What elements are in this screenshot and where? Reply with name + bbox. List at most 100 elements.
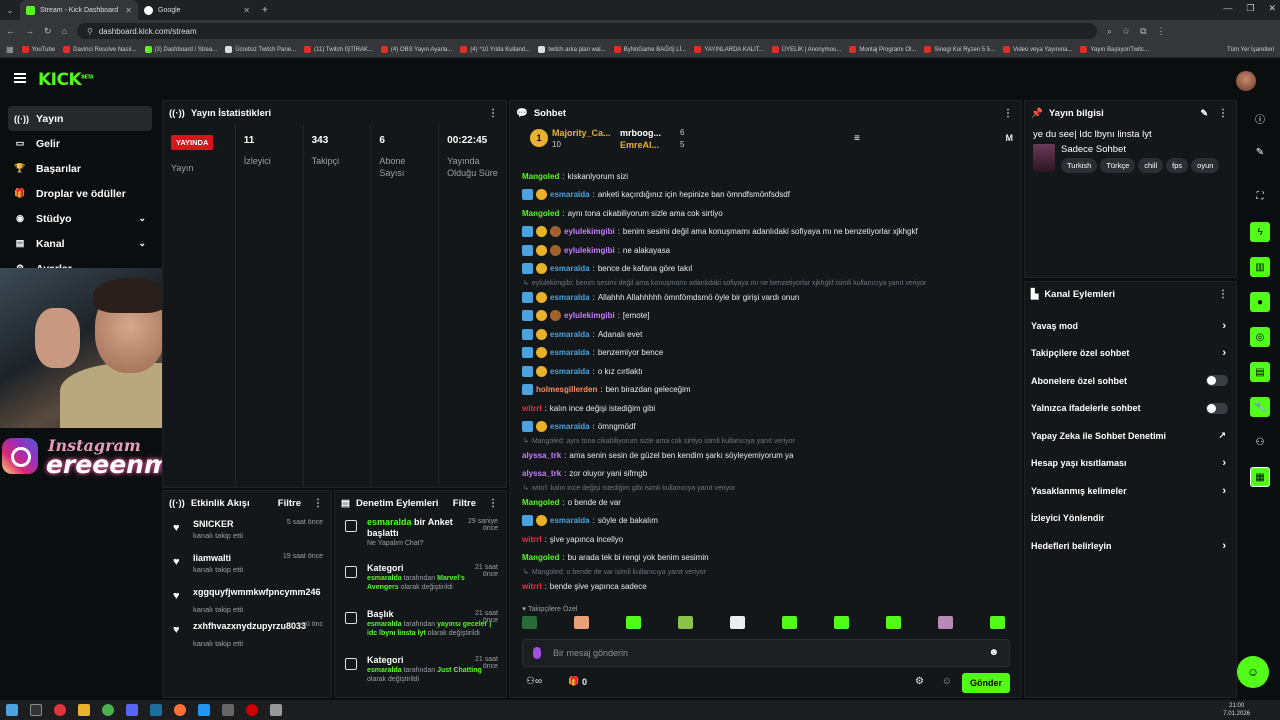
channel-action-row[interactable]: Yasaklanmış kelimeler › — [1025, 477, 1236, 505]
extensions-icon[interactable]: ⧉ — [1140, 26, 1146, 37]
wrench-icon[interactable]: 🔧 — [1250, 397, 1270, 417]
sidebar-item-3[interactable]: 🎁 Droplar ve ödüller — [0, 181, 160, 206]
mic-icon[interactable] — [533, 647, 541, 659]
chat-username[interactable]: Mangoled — [522, 172, 559, 181]
emote-icon[interactable] — [834, 616, 849, 629]
close-tab-icon[interactable]: ✕ — [125, 6, 132, 15]
chat-input[interactable]: Bir mesaj gönderin ☻ — [522, 639, 1010, 667]
bookmark-item[interactable]: (4) *10 Yılda Kulland... — [460, 46, 530, 53]
emote-icon[interactable] — [782, 616, 797, 629]
bookmark-item[interactable]: Ücretsiz Twitch Pane... — [225, 46, 296, 53]
moderator-name[interactable]: esmaralda — [367, 517, 412, 527]
filter-button[interactable]: Filtre — [453, 498, 476, 509]
apps-icon[interactable]: ▦ — [6, 45, 14, 54]
channel-action-row[interactable]: İzleyici Yönlendir — [1025, 505, 1236, 533]
tab-kick-dashboard[interactable]: Stream - Kick Dashboard ✕ — [20, 0, 138, 20]
chevron-down-icon[interactable]: ⌄ — [138, 238, 146, 249]
emoji-icon[interactable]: ☻ — [988, 647, 999, 658]
url-field[interactable]: ⚲ dashboard.kick.com/stream — [76, 23, 1097, 39]
bookmark-item[interactable]: YouTube — [21, 46, 55, 53]
emote-icon[interactable] — [938, 616, 953, 629]
expand-menu-icon[interactable]: M — [1006, 133, 1014, 143]
minimize-icon[interactable]: — — [1223, 3, 1232, 14]
folder-icon[interactable] — [78, 704, 90, 716]
moderator-name[interactable]: esmaralda — [367, 667, 402, 674]
filter-button[interactable]: Filtre — [278, 498, 301, 509]
category-thumbnail[interactable] — [1033, 144, 1055, 172]
sidebar-item-2[interactable]: 🏆 Başarılar — [0, 156, 160, 181]
more-options-icon[interactable]: ⋮ — [488, 108, 498, 119]
clipboard-icon[interactable]: ▥ — [1250, 257, 1270, 277]
more-options-icon[interactable]: ⋮ — [313, 498, 323, 509]
discord-icon[interactable] — [126, 704, 138, 716]
bookmark-item[interactable]: Sinegi Koi Ryzen 5 5... — [924, 46, 995, 53]
chat-username[interactable]: witrrl — [522, 535, 542, 544]
zoom-icon[interactable]: ⌕ — [1107, 26, 1112, 37]
bookmark-item[interactable]: ByNoGame BAĞIŞ Lİ... — [613, 46, 686, 53]
chat-username[interactable]: esmaralda — [550, 330, 590, 339]
emote-icon[interactable] — [678, 616, 693, 629]
chat-username[interactable]: esmaralda — [550, 190, 590, 199]
external-link-icon[interactable]: ↗ — [1218, 430, 1226, 441]
chat-bubble-icon[interactable]: ● — [1250, 292, 1270, 312]
close-window-icon[interactable]: ✕ — [1268, 3, 1276, 14]
bookmark-item[interactable]: (11) Twitch İŞTİRAK... — [304, 46, 373, 53]
chat-username[interactable]: Mangoled — [522, 209, 559, 218]
bookmark-star-icon[interactable]: ☆ — [1122, 26, 1130, 37]
users-icon[interactable]: ⚇∞ — [526, 676, 542, 687]
chat-username[interactable]: holmesgillerden — [536, 385, 597, 394]
emote-icon[interactable] — [730, 616, 745, 629]
site-info-icon[interactable]: ⚲ — [87, 27, 93, 36]
chat-username[interactable]: esmaralda — [550, 264, 590, 273]
bookmark-item[interactable]: Yayın Başlıyor/Twitc... — [1080, 46, 1149, 53]
chat-username[interactable]: alyssa_trk — [522, 451, 561, 460]
new-tab-icon[interactable]: + — [262, 5, 268, 16]
edit-icon[interactable]: ✎ — [1250, 142, 1270, 162]
chat-username[interactable]: esmaralda — [550, 367, 590, 376]
chat-username[interactable]: witrrl — [522, 404, 542, 413]
support-chat-button[interactable]: ☺ — [1237, 656, 1269, 688]
emote-icon[interactable] — [886, 616, 901, 629]
forward-icon[interactable]: → — [25, 26, 34, 36]
chevron-right-icon[interactable]: › — [1222, 540, 1226, 552]
sidebar-item-0[interactable]: ((·)) Yayın — [8, 106, 152, 131]
channel-action-row[interactable]: Hedefleri belirleyin › — [1025, 532, 1236, 560]
chat-username[interactable]: Mangoled — [522, 553, 559, 562]
fullscreen-icon[interactable]: ⛶ — [1250, 186, 1270, 206]
chat-username[interactable]: witrrl — [522, 582, 542, 591]
emote-icon[interactable] — [522, 616, 537, 629]
more-options-icon[interactable]: ⋮ — [1218, 108, 1228, 119]
sidebar-item-1[interactable]: ▭ Gelir — [0, 131, 160, 156]
edit-icon[interactable]: ✎ — [1200, 108, 1208, 119]
chat-username[interactable]: Mangoled — [522, 498, 559, 507]
bookmark-item[interactable]: ÜYELİK | Anonymou... — [771, 46, 841, 53]
moderator-name[interactable]: esmaralda — [367, 621, 402, 628]
channel-action-row[interactable]: Hesap yaşı kısıtlaması › — [1025, 450, 1236, 478]
chat-username[interactable]: eylulekimgibi — [564, 227, 615, 236]
tab-search-icon[interactable]: ⌄ — [0, 6, 20, 15]
users-icon[interactable]: ⚇ — [1250, 432, 1270, 452]
channel-action-row[interactable]: Yalnızca ifadelerle sohbet — [1025, 395, 1236, 423]
tag-chip[interactable]: chill — [1138, 158, 1164, 173]
collapse-icon[interactable]: ≡ — [854, 133, 860, 144]
toggle-switch[interactable] — [1206, 402, 1228, 414]
all-bookmarks[interactable]: Tüm Yer İşaretleri — [1222, 46, 1274, 53]
app-icon[interactable] — [222, 704, 234, 716]
profile-menu-icon[interactable]: ⋮ — [1157, 26, 1166, 37]
firefox-icon[interactable] — [174, 704, 186, 716]
chat-username[interactable]: eylulekimgibi — [564, 246, 615, 255]
steam-icon[interactable] — [150, 704, 162, 716]
chevron-right-icon[interactable]: › — [1222, 457, 1226, 469]
chat-username[interactable]: esmaralda — [550, 293, 590, 302]
bookmark-item[interactable]: twitch arka plan wal... — [538, 46, 606, 53]
app-icon[interactable] — [198, 704, 210, 716]
settings-icon[interactable]: ⚙ — [915, 676, 924, 687]
channel-action-row[interactable]: Yapay Zeka ile Sohbet Denetimi ↗ — [1025, 422, 1236, 450]
chat-username[interactable]: esmaralda — [550, 516, 590, 525]
obs-icon[interactable] — [54, 704, 66, 716]
more-options-icon[interactable]: ⋮ — [1003, 108, 1013, 119]
emote-icon[interactable] — [574, 616, 589, 629]
toggle-switch[interactable] — [1206, 375, 1228, 387]
hamburger-menu-icon[interactable] — [14, 73, 26, 85]
gift-icon[interactable]: 🎁 — [568, 676, 579, 687]
